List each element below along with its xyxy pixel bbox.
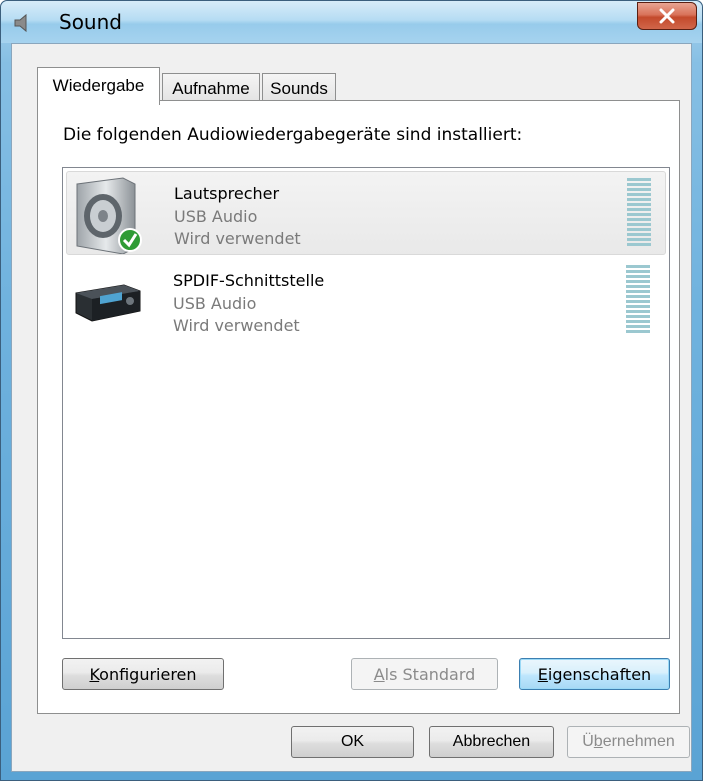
apply-button[interactable]: Übernehmen [567,726,690,758]
set-default-label: ls Standard [384,665,476,684]
close-icon [659,8,675,24]
close-button[interactable] [637,2,697,30]
playback-panel: Die folgenden Audiowiedergabegeräte sind… [37,100,680,714]
tab-sounds[interactable]: Sounds [262,73,336,103]
device-status: Wird verwendet [174,229,301,248]
configure-label: onfigurieren [99,665,197,684]
device-status: Wird verwendet [173,316,300,335]
tab-wiedergabe[interactable]: Wiedergabe [37,67,160,105]
device-driver: USB Audio [173,294,257,313]
speaker-icon [14,13,27,33]
properties-mnemonic: E [537,665,548,684]
device-name: SPDIF-Schnittstelle [173,271,325,290]
apply-mnemonic: b [593,733,603,750]
apply-label: ernehmen [602,733,675,750]
receiver-icon [75,284,141,322]
configure-button[interactable]: Konfigurieren [62,658,224,690]
window-title: Sound [59,10,122,34]
device-driver: USB Audio [174,207,258,226]
set-default-mnemonic: A [373,665,385,684]
tab-aufnahme[interactable]: Aufnahme [162,73,260,103]
properties-label: igenschaften [547,665,652,684]
device-name: Lautsprecher [174,184,280,203]
device-item-lautsprecher[interactable]: Lautsprecher USB Audio Wird verwendet [66,171,666,255]
set-default-button[interactable]: Als Standard [351,658,498,690]
volume-meter [627,178,651,248]
ok-button[interactable]: OK [291,726,414,758]
speaker-icon [76,177,142,254]
configure-mnemonic: K [89,665,100,684]
title-bar[interactable]: Sound [1,1,702,43]
sound-dialog-window: Sound Wiedergabe Aufnahme Sounds Die fol… [0,0,703,781]
devices-installed-label: Die folgenden Audiowiedergabegeräte sind… [63,125,523,145]
apply-prefix: Ü [582,733,594,750]
properties-button[interactable]: Eigenschaften [519,658,670,690]
device-item-spdif[interactable]: SPDIF-Schnittstelle USB Audio Wird verwe… [66,259,666,343]
volume-meter [626,265,650,335]
dialog-client-area: Wiedergabe Aufnahme Sounds Die folgenden… [11,43,692,772]
cancel-button[interactable]: Abbrechen [429,726,554,758]
device-list[interactable]: Lautsprecher USB Audio Wird verwendet SP… [62,167,670,639]
